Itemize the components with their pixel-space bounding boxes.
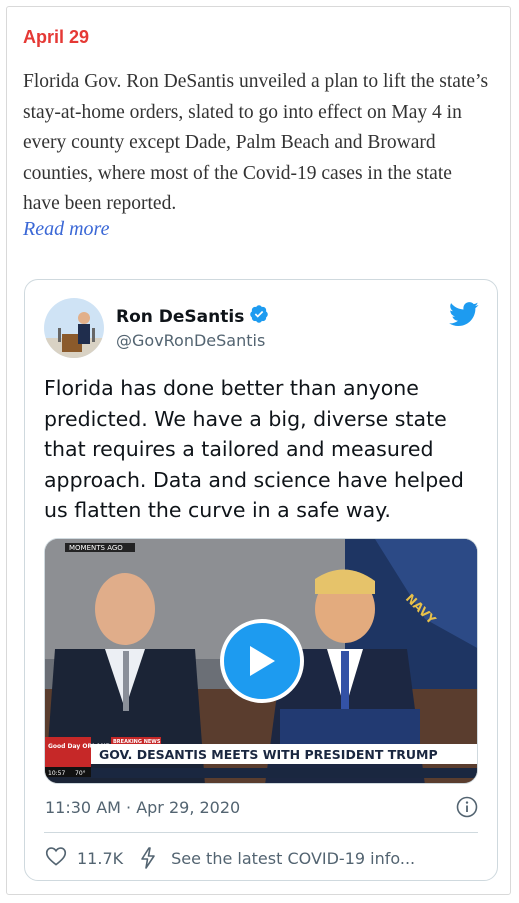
- video-temp: 70°: [75, 770, 86, 777]
- embedded-tweet[interactable]: Ron DeSantis @GovRonDeSantis Florida has…: [24, 279, 498, 881]
- read-more-link[interactable]: Read more: [23, 218, 109, 241]
- tweet-actions: 11.7K See the latest COVID-19 info...: [45, 846, 415, 870]
- avatar[interactable]: [44, 298, 104, 358]
- entry-summary: Florida Gov. Ron DeSantis unveiled a pla…: [23, 71, 489, 214]
- entry-date: April 29: [23, 27, 90, 47]
- lightning-icon: [141, 847, 155, 869]
- author-handle[interactable]: @GovRonDeSantis: [116, 331, 265, 350]
- play-icon: [250, 646, 275, 676]
- tweet-timestamp[interactable]: 11:30 AM · Apr 29, 2020: [45, 798, 240, 817]
- like-count[interactable]: 11.7K: [77, 849, 123, 868]
- video-lower-third: GOV. DESANTIS MEETS WITH PRESIDENT TRUMP: [91, 744, 477, 764]
- twitter-bird-icon[interactable]: [449, 302, 479, 331]
- play-button[interactable]: [220, 619, 304, 703]
- covid-info-label[interactable]: See the latest COVID-19 info...: [171, 849, 415, 868]
- tweet-divider: [44, 832, 478, 833]
- info-icon[interactable]: [456, 796, 478, 822]
- author-name[interactable]: Ron DeSantis: [116, 304, 269, 329]
- video-top-label: MOMENTS AGO: [69, 544, 123, 552]
- covid-info-link[interactable]: See the latest COVID-19 info...: [139, 847, 415, 869]
- heart-icon[interactable]: [45, 846, 67, 870]
- timeline-entry-card: April 29 Florida Gov. Ron DeSantis unvei…: [6, 6, 511, 895]
- tweet-text: Florida has done better than anyone pred…: [44, 376, 464, 522]
- video-thumbnail[interactable]: MOMENTS AGO NAVY Good Day ORLANDO 10:57 …: [44, 538, 478, 784]
- video-clock: 10:57: [48, 770, 65, 777]
- verified-badge-icon: [249, 304, 269, 329]
